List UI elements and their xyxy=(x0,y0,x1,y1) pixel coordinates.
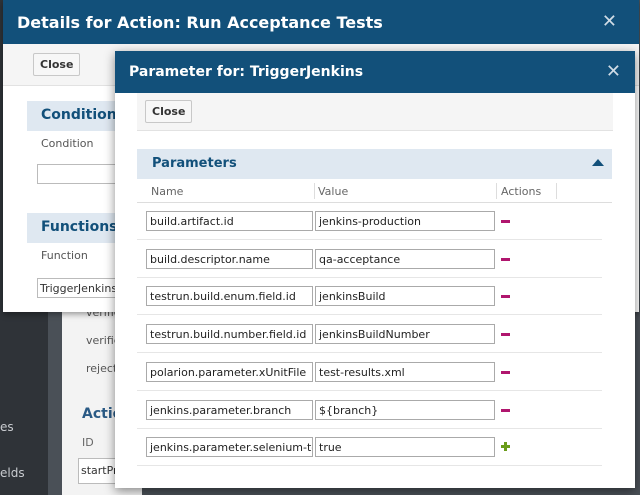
dialog-header: Parameter for: TriggerJenkins ✕ xyxy=(115,51,635,93)
dialog-header: Details for Action: Run Acceptance Tests… xyxy=(3,0,639,44)
functions-section-title[interactable]: Functions xyxy=(27,213,127,243)
remove-icon[interactable] xyxy=(501,408,510,412)
condition-input[interactable] xyxy=(37,164,127,184)
close-button[interactable]: Close xyxy=(33,53,81,76)
parameter-value-input[interactable]: test-results.xml xyxy=(315,361,495,382)
parameter-value-input[interactable]: jenkins-production xyxy=(315,211,495,231)
parameters-section-header[interactable]: Parameters xyxy=(137,149,612,179)
parameter-row: build.artifact.id jenkins-production xyxy=(137,203,602,240)
function-input[interactable]: TriggerJenkins xyxy=(37,278,127,298)
add-icon-bar xyxy=(504,442,507,452)
parameter-value-input[interactable]: true xyxy=(315,437,495,458)
close-icon[interactable]: ✕ xyxy=(606,61,621,82)
parameter-name-input[interactable]: jenkins.parameter.selenium-tests xyxy=(146,437,313,458)
column-actions: Actions xyxy=(501,185,542,198)
parameters-section-title: Parameters xyxy=(152,156,237,171)
parameter-row: polarion.parameter.xUnitFile test-results… xyxy=(137,354,602,391)
remove-icon[interactable] xyxy=(501,257,510,261)
parameter-row: jenkins.parameter.selenium-teststrue xyxy=(137,429,602,467)
column-name: Name xyxy=(151,185,184,198)
parameter-row: build.descriptor.name qa-acceptance xyxy=(137,241,602,278)
remove-icon[interactable] xyxy=(501,220,510,223)
parameters-column-header: Name Value Actions xyxy=(137,179,612,203)
sidebar-item-label[interactable]: es xyxy=(0,420,14,434)
parameter-name-input[interactable]: build.artifact.id xyxy=(146,211,313,231)
close-icon[interactable]: ✕ xyxy=(602,11,617,32)
conditions-section-title[interactable]: Conditions xyxy=(27,101,127,131)
sidebar-item-label[interactable]: elds xyxy=(0,466,25,480)
parameter-row: testrun.build.number.field.id jenkinsBuil… xyxy=(137,316,602,354)
dialog-title: Parameter for: TriggerJenkins xyxy=(129,64,364,80)
remove-icon[interactable] xyxy=(501,370,510,374)
function-label: Function xyxy=(41,249,88,262)
parameter-value-input[interactable]: jenkinsBuild xyxy=(315,286,495,307)
remove-icon[interactable] xyxy=(501,333,510,337)
parameter-value-input[interactable]: ${branch} xyxy=(315,399,495,420)
column-divider xyxy=(556,183,557,199)
remove-icon[interactable] xyxy=(501,295,510,299)
close-button[interactable]: Close xyxy=(145,100,193,123)
parameter-row: testrun.build.enum.field.id jenkinsBuild xyxy=(137,278,602,316)
dialog-toolbar: Close xyxy=(137,93,613,131)
collapse-caret-icon[interactable] xyxy=(592,159,604,166)
dialog-title: Details for Action: Run Acceptance Tests xyxy=(17,13,383,32)
parameter-dialog: Parameter for: TriggerJenkins ✕ Close Pa… xyxy=(115,51,635,488)
parameter-name-input[interactable]: jenkins.parameter.branch xyxy=(146,399,313,420)
parameter-name-input[interactable]: polarion.parameter.xUnitFile xyxy=(146,361,313,382)
parameter-row: jenkins.parameter.branch ${branch} xyxy=(137,392,602,429)
parameter-name-input[interactable]: testrun.build.number.field.id xyxy=(146,324,313,345)
parameters-rows: build.artifact.id jenkins-production build… xyxy=(137,203,612,469)
condition-label: Condition xyxy=(41,137,94,150)
parameter-value-input[interactable]: jenkinsBuildNumber xyxy=(315,324,495,345)
parameter-name-input[interactable]: testrun.build.enum.field.id xyxy=(146,286,313,307)
id-column-label: ID xyxy=(82,436,94,449)
column-value: Value xyxy=(318,185,349,198)
column-divider xyxy=(496,183,497,199)
parameter-name-input[interactable]: build.descriptor.name xyxy=(146,248,313,269)
column-divider xyxy=(314,183,315,199)
parameters-section: Parameters Name Value Actions build.arti… xyxy=(137,149,612,469)
parameter-value-input[interactable]: qa-acceptance xyxy=(315,248,495,269)
